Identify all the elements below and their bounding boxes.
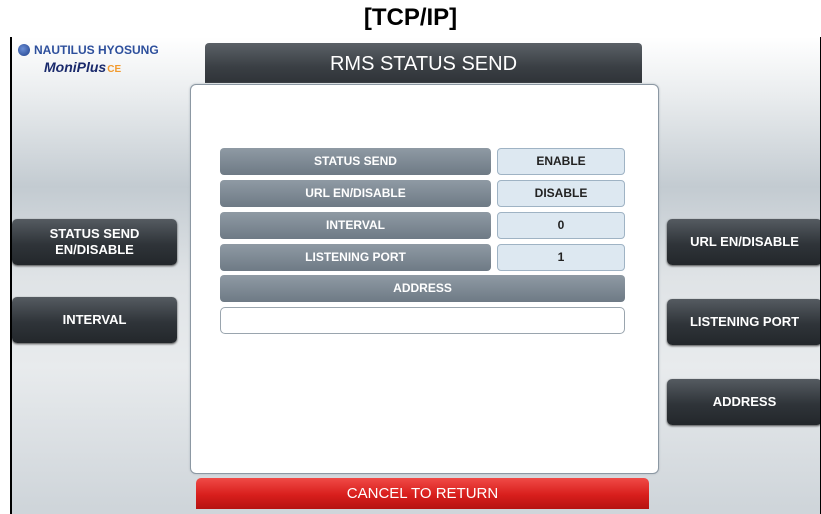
logo-product-suffix: CE bbox=[107, 64, 122, 75]
address-label: ADDRESS bbox=[220, 275, 625, 302]
status-send-en-disable-button[interactable]: STATUS SEND EN/DISABLE bbox=[12, 219, 177, 265]
logo-product: MoniPlusCE bbox=[44, 59, 121, 75]
page-caption: [TCP/IP] bbox=[363, 4, 458, 31]
logo-product-text: MoniPlus bbox=[44, 59, 107, 75]
listening-port-button[interactable]: LISTENING PORT bbox=[667, 299, 820, 345]
status-send-label: STATUS SEND bbox=[220, 148, 491, 175]
status-send-button-line2: EN/DISABLE bbox=[55, 242, 134, 257]
globe-icon bbox=[18, 44, 30, 56]
address-field[interactable] bbox=[220, 307, 625, 334]
logo-brand-text: NAUTILUS HYOSUNG bbox=[34, 43, 159, 57]
listening-port-label: LISTENING PORT bbox=[220, 244, 491, 271]
address-button[interactable]: ADDRESS bbox=[667, 379, 820, 425]
url-en-disable-label: URL EN/DISABLE bbox=[220, 180, 491, 207]
url-en-disable-value: DISABLE bbox=[497, 180, 625, 207]
listening-port-value: 1 bbox=[497, 244, 625, 271]
screen-title: RMS STATUS SEND bbox=[205, 43, 642, 83]
interval-button[interactable]: INTERVAL bbox=[12, 297, 177, 343]
interval-label: INTERVAL bbox=[220, 212, 491, 239]
cancel-to-return-button[interactable]: CANCEL TO RETURN bbox=[196, 478, 649, 509]
status-send-button-line1: STATUS SEND bbox=[49, 226, 140, 241]
logo-brand: NAUTILUS HYOSUNG bbox=[18, 43, 159, 57]
atm-screen: NAUTILUS HYOSUNG MoniPlusCE RMS STATUS S… bbox=[10, 37, 821, 514]
url-en-disable-button[interactable]: URL EN/DISABLE bbox=[667, 219, 820, 265]
interval-value: 0 bbox=[497, 212, 625, 239]
brand-logo: NAUTILUS HYOSUNG MoniPlusCE bbox=[18, 43, 188, 83]
status-send-value: ENABLE bbox=[497, 148, 625, 175]
